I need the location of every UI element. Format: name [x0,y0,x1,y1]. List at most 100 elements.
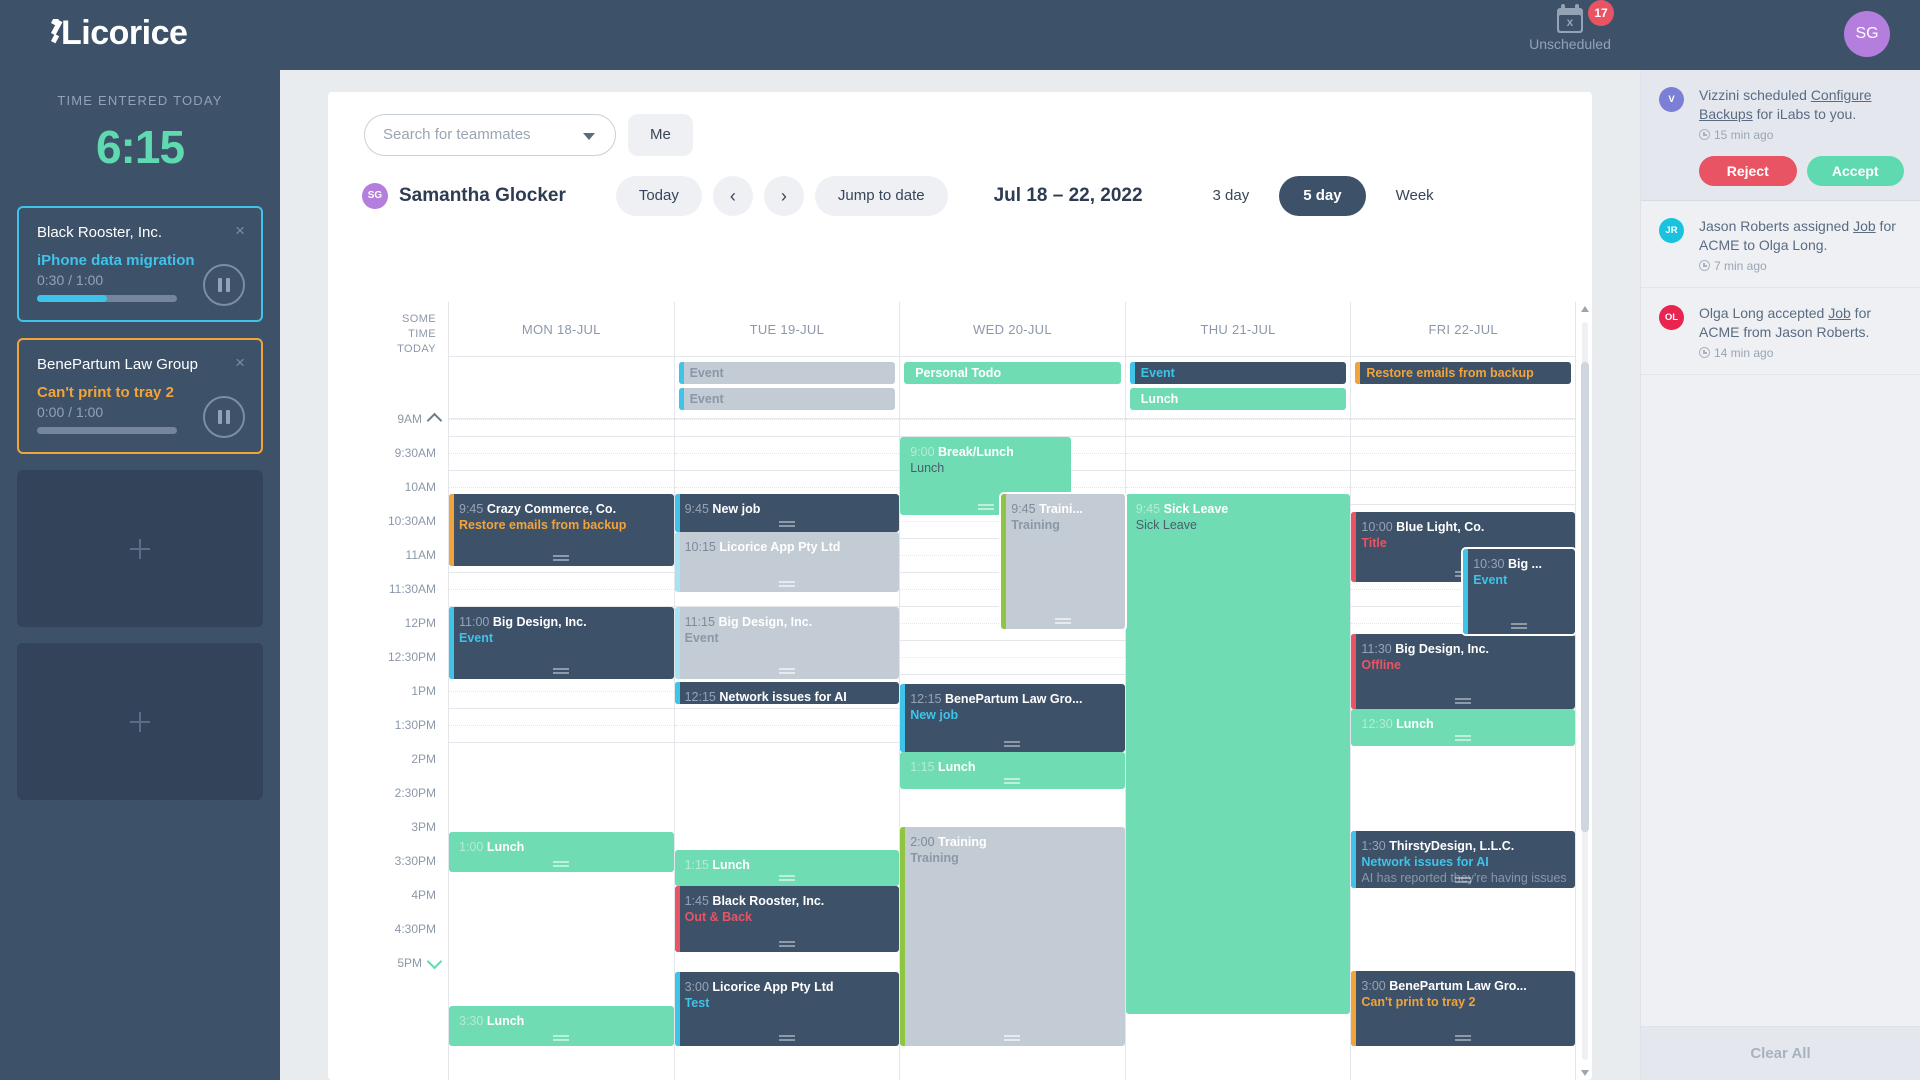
allday-event[interactable]: Event [678,362,896,384]
resize-handle[interactable] [553,555,570,561]
brand-logo[interactable]: Licorice [50,14,188,53]
scrollbar-thumb[interactable] [1581,362,1589,832]
calendar-event[interactable]: 1:00 Lunch [449,832,674,872]
jump-to-date-button[interactable]: Jump to date [814,176,948,216]
time-slots[interactable]: 10:00 Blue Light, Co. Title 10:30 Big ... E… [1351,419,1575,1080]
allday-event[interactable]: Restore emails from backup [1355,362,1571,384]
resize-handle[interactable] [1004,741,1021,747]
resize-handle[interactable] [1511,623,1528,629]
add-timer-slot[interactable] [17,470,263,627]
resize-handle[interactable] [778,875,795,881]
calendar-event[interactable]: 1:15 Lunch [900,752,1125,789]
event-subtitle: Restore emails from backup [459,518,627,532]
resize-handle[interactable] [1455,1035,1472,1041]
accept-button[interactable]: Accept [1806,156,1904,186]
add-timer-slot[interactable] [17,643,263,800]
calendar-event[interactable]: 10:15 Licorice App Pty Ltd [674,532,900,592]
timer-card-0[interactable]: Black Rooster, Inc. × iPhone data migrat… [17,206,263,322]
resize-handle[interactable] [1455,877,1472,883]
calendar-event[interactable]: 1:30 ThirstyDesign, L.L.C. Network issues… [1351,831,1575,888]
resize-handle[interactable] [1004,1035,1021,1041]
nav-buttons: Today ‹ › Jump to date [615,176,948,216]
event-subtitle: Event [1473,573,1508,587]
grid-line [1351,436,1575,437]
resize-handle[interactable] [1004,778,1021,784]
resize-handle[interactable] [778,581,795,587]
resize-handle[interactable] [778,521,795,527]
time-slots[interactable]: 9:45 Sick Leave Sick Leave [1125,419,1351,1080]
calendar-event[interactable]: 11:15 Big Design, Inc. Event [674,607,900,679]
clock-icon [1699,347,1710,358]
day-column-wed: WED 20-JUL Personal Todo 9:00 Break/Lunch L… [899,302,1125,1080]
teammate-search-select[interactable]: Search for teammates [364,114,616,156]
calendar-event[interactable]: 3:00 BenePartum Law Gro... Can't print to… [1351,971,1575,1046]
calendar-event[interactable]: 12:15 BenePartum Law Gro... New job [900,684,1125,752]
top-bar: Licorice x 17 Unscheduled SG [0,0,1920,70]
scroll-down-arrow-icon[interactable] [1581,1070,1589,1076]
resize-handle[interactable] [1055,618,1071,624]
resize-handle[interactable] [553,861,570,867]
calendar-event[interactable]: 2:00 Training Training [900,827,1125,1046]
grid-line [900,657,1125,658]
calendar-event[interactable]: 3:30 Lunch [449,1006,674,1046]
calendar-scrollbar[interactable] [1579,302,1591,1080]
prev-week-button[interactable]: ‹ [712,176,753,216]
calendar-event[interactable]: 9:45 Traini... Training [1001,494,1125,629]
next-week-button[interactable]: › [763,176,804,216]
event-title: 1:30 ThirstyDesign, L.L.C. [1361,839,1515,853]
calendar-event[interactable]: 10:30 Big ... Event [1463,549,1575,634]
calendar-event[interactable]: 9:45 Sick Leave Sick Leave [1125,494,1351,1014]
view-5day-button[interactable]: 5 day [1279,176,1366,216]
clear-all-button[interactable]: Clear All [1641,1026,1920,1080]
timer-card-1[interactable]: BenePartum Law Group × Can't print to tr… [17,338,263,454]
avatar[interactable]: SG [1844,11,1890,57]
resize-handle[interactable] [1455,698,1472,704]
resize-handle[interactable] [778,1035,795,1041]
allday-event-label: Personal Todo [915,366,1002,380]
unscheduled-button[interactable]: x 17 Unscheduled [1500,0,1640,52]
calendar-event[interactable]: 9:45 New job [674,494,900,532]
close-icon[interactable]: × [235,222,245,239]
calendar-event[interactable]: 1:45 Black Rooster, Inc. Out & Back [674,886,900,952]
allday-event-label: Event [689,392,724,406]
notification-item[interactable]: JR Jason Roberts assigned Job for ACME to… [1641,201,1920,288]
reject-button[interactable]: Reject [1699,156,1797,186]
allday-event[interactable]: Event [1129,362,1347,384]
scroll-up-arrow-icon[interactable] [1581,306,1589,312]
allday-event[interactable]: Lunch [1129,388,1347,410]
allday-event[interactable]: Event [678,388,896,410]
resize-handle[interactable] [553,1035,570,1041]
calendar-event[interactable]: 12:15 Network issues for AI [674,682,900,704]
resize-handle[interactable] [553,668,570,674]
calendar-event[interactable]: 1:15 Lunch [674,850,900,886]
time-slots[interactable]: 9:45 New job 10:15 Licorice App Pty Ltd 11… [674,419,900,1080]
calendar-event[interactable]: 12:30 Lunch [1351,709,1575,746]
resize-handle[interactable] [778,668,795,674]
event-subtitle: Lunch [910,461,945,475]
notification-item[interactable]: OL Olga Long accepted Job for ACME from J… [1641,288,1920,375]
notification-item[interactable]: V Vizzini scheduled Configure Backups for… [1641,70,1920,201]
event-color-bar [900,827,906,1046]
today-button[interactable]: Today [615,176,702,216]
allday-event[interactable]: Personal Todo [904,362,1121,384]
calendar-event[interactable]: 9:45 Crazy Commerce, Co. Restore emails f… [449,494,674,566]
resize-handle[interactable] [1455,735,1472,741]
me-button[interactable]: Me [628,114,693,156]
calendar-event[interactable]: 3:00 Licorice App Pty Ltd Test [674,972,900,1046]
calendar-event[interactable]: 11:00 Big Design, Inc. Event [449,607,674,679]
time-slots[interactable]: 9:00 Break/Lunch Lunch 9:45 Traini... Train… [900,419,1125,1080]
resize-handle[interactable] [977,504,994,510]
calendar-event[interactable]: 11:30 Big Design, Inc. Offline [1351,634,1575,709]
pause-icon[interactable] [203,264,245,306]
view-3day-button[interactable]: 3 day [1189,176,1274,216]
time-slots[interactable]: 9:45 Crazy Commerce, Co. Restore emails f… [449,419,674,1080]
event-color-bar [674,972,680,1046]
calendar-x-glyph: x [1559,15,1581,31]
time-label: 11:30AM [388,582,436,596]
collapse-up-icon[interactable] [429,412,442,425]
view-week-button[interactable]: Week [1372,176,1458,216]
pause-icon[interactable] [203,396,245,438]
resize-handle[interactable] [778,941,795,947]
expand-down-icon[interactable] [429,956,442,969]
close-icon[interactable]: × [235,354,245,371]
